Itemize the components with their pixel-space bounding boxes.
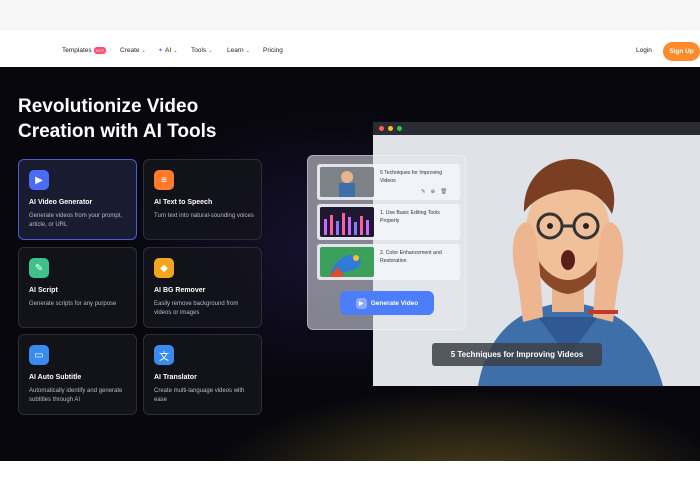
script-item-text: 2. Color Enhancement and Restoration: [380, 250, 442, 264]
card-title: AI Video Generator: [29, 199, 93, 206]
card-desc: Generate scripts for any purpose: [29, 301, 117, 307]
card-desc: Easily remove background from videos or …: [154, 301, 239, 316]
sparkle-icon: ✦: [158, 48, 164, 54]
close-dot-icon: [379, 126, 384, 131]
nav-learn[interactable]: Learn ⌄: [227, 47, 250, 54]
nav-pricing[interactable]: Pricing: [263, 47, 283, 54]
script-icon: ✎: [29, 258, 49, 278]
card-title: AI BG Remover: [154, 287, 206, 294]
script-item-text: 1. Use Basic Editing Tools Properly: [380, 210, 440, 224]
thumbnail-image: [320, 167, 374, 197]
script-item-text: 5 Techniques for Improving Videos: [380, 170, 443, 184]
script-item[interactable]: 2. Color Enhancement and Restoration: [317, 244, 460, 280]
nav-tools[interactable]: Tools ⌄: [191, 47, 212, 54]
hot-badge: HOT: [93, 47, 107, 54]
thumbnail-image: [320, 207, 374, 237]
video-generator-icon: ▶: [29, 170, 49, 190]
nav-ai[interactable]: ✦ AI ⌄: [158, 47, 177, 54]
hero-title: Revolutionize Video Creation with AI Too…: [18, 96, 217, 142]
bottom-area: [0, 461, 700, 500]
card-title: AI Script: [29, 287, 58, 294]
nav-create[interactable]: Create ⌄: [120, 47, 146, 54]
chevron-down-icon: ⌄: [141, 47, 146, 54]
hero-section: Revolutionize Video Creation with AI Too…: [0, 67, 700, 461]
card-ai-bg-remover[interactable]: ◆ AI BG Remover Easily remove background…: [143, 247, 262, 328]
signup-button[interactable]: Sign Up: [663, 42, 700, 61]
login-link[interactable]: Login: [636, 47, 652, 54]
item-actions: ✎ ⊕ 🗑: [421, 189, 447, 195]
card-title: AI Text to Speech: [154, 199, 213, 206]
nav-learn-label: Learn: [227, 47, 244, 54]
video-icon: ▶: [355, 297, 367, 309]
card-ai-auto-subtitle[interactable]: ▭ AI Auto Subtitle Automatically identif…: [18, 334, 137, 415]
top-strip: [0, 0, 700, 30]
translator-icon: 文: [154, 345, 174, 365]
card-ai-translator[interactable]: 文 AI Translator Create multi-language vi…: [143, 334, 262, 415]
video-caption: 5 Techniques for Improving Videos: [432, 343, 602, 366]
chevron-down-icon: ⌄: [208, 47, 213, 54]
window-titlebar: [373, 122, 700, 135]
thumbnail-image: [320, 247, 374, 277]
card-desc: Turn text into natural-sounding voices: [154, 213, 254, 219]
card-ai-text-to-speech[interactable]: ≡ AI Text to Speech Turn text into natur…: [143, 159, 262, 240]
minimize-dot-icon: [388, 126, 393, 131]
card-ai-script[interactable]: ✎ AI Script Generate scripts for any pur…: [18, 247, 137, 328]
script-item[interactable]: 1. Use Basic Editing Tools Properly: [317, 204, 460, 240]
generate-video-button[interactable]: ▶ Generate Video: [340, 291, 434, 315]
script-item[interactable]: 5 Techniques for Improving Videos ✎ ⊕ 🗑: [317, 164, 460, 200]
nav-ai-label: AI: [165, 47, 172, 54]
card-desc: Automatically identify and generate subt…: [29, 388, 123, 403]
add-icon[interactable]: ⊕: [431, 189, 436, 195]
nav-templates[interactable]: Templates HOT: [62, 47, 107, 54]
chevron-down-icon: ⌄: [245, 47, 250, 54]
nav-tools-label: Tools: [191, 47, 207, 54]
trash-icon[interactable]: 🗑: [440, 189, 447, 195]
bg-remover-icon: ◆: [154, 258, 174, 278]
generate-video-label: Generate Video: [370, 299, 419, 307]
nav-templates-label: Templates: [62, 47, 92, 54]
card-title: AI Translator: [154, 374, 197, 381]
edit-icon[interactable]: ✎: [421, 189, 426, 195]
card-desc: Generate videos from your prompt, articl…: [29, 213, 123, 228]
card-title: AI Auto Subtitle: [29, 374, 82, 381]
nav-create-label: Create: [120, 47, 140, 54]
text-to-speech-icon: ≡: [154, 170, 174, 190]
card-ai-video-generator[interactable]: ▶ AI Video Generator Generate videos fro…: [18, 159, 137, 240]
nav-pricing-label: Pricing: [263, 47, 283, 54]
maximize-dot-icon: [397, 126, 402, 131]
chevron-down-icon: ⌄: [173, 47, 178, 54]
subtitle-icon: ▭: [29, 345, 49, 365]
card-desc: Create multi-language videos with ease: [154, 388, 245, 403]
